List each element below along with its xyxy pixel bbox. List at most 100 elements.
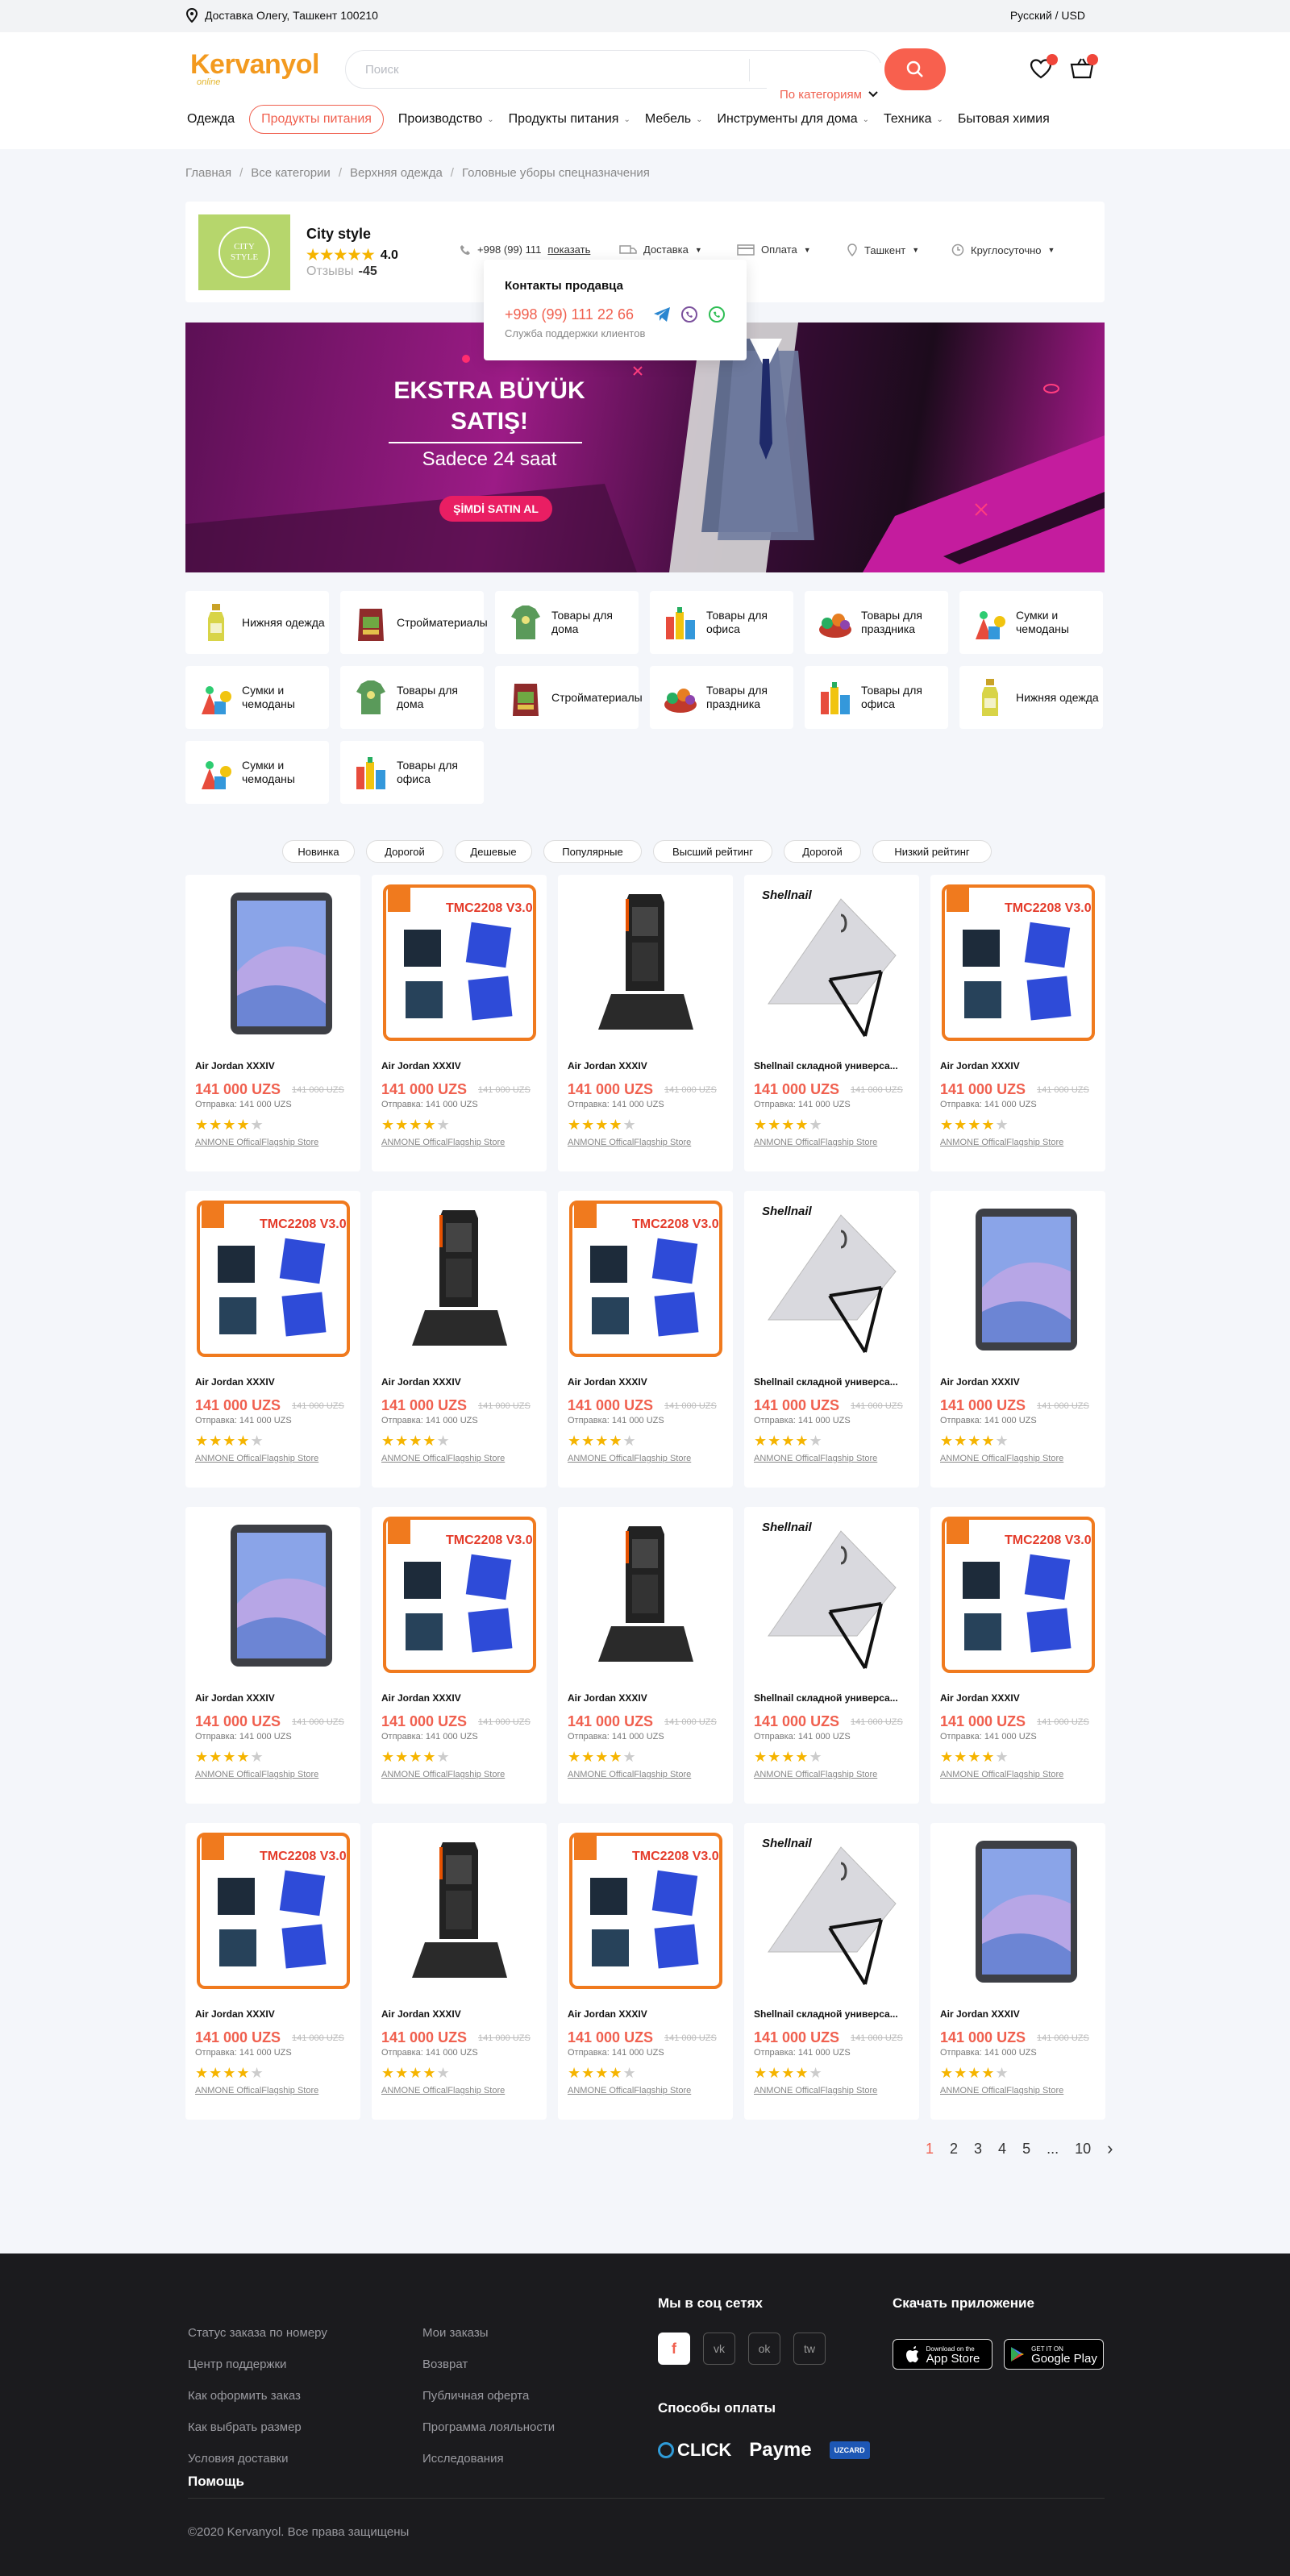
favorites-button[interactable] [1029,54,1058,82]
product-image[interactable] [380,1831,539,1992]
nav-item-4[interactable]: Мебель ⌄ [645,112,703,127]
footer-link[interactable]: Статус заказа по номеру [188,2326,327,2340]
nav-item-0[interactable]: Одежда [187,112,235,127]
cart-button[interactable] [1069,54,1098,82]
payment-dropdown[interactable]: Оплата ▼ [737,243,811,256]
footer-link[interactable]: Условия доставки [188,2452,327,2466]
product-card[interactable]: Air Jordan XXXIV 141 000 UZS 141 000 UZS От… [372,1191,547,1488]
google-play-button[interactable]: GET IT ON Google Play [1004,2339,1104,2370]
product-name[interactable]: Air Jordan XXXIV [381,2008,539,2020]
pagination-page[interactable]: 10 [1075,2141,1091,2158]
popup-phone[interactable]: +998 (99) 111 22 66 [505,306,634,323]
product-image[interactable] [938,1199,1097,1360]
help-title[interactable]: Помощь [188,2474,244,2490]
nav-item-6[interactable]: Техника ⌄ [884,112,943,127]
nav-item-2[interactable]: Производство ⌄ [398,112,494,127]
product-store-link[interactable]: ANMONE OfficalFlagship Store [754,1770,877,1779]
footer-link[interactable]: Программа лояльности [422,2420,555,2434]
breadcrumb-item[interactable]: Все категории [251,166,331,180]
nav-item-7[interactable]: Бытовая химия [958,112,1050,127]
sort-filter-chip[interactable]: Дешевые [455,840,532,863]
sort-filter-chip[interactable]: Популярные [543,840,642,863]
category-tile[interactable]: Сумки и чемоданы [185,666,329,729]
logo[interactable]: Kervanyol online [190,48,327,92]
product-name[interactable]: Air Jordan XXXIV [195,2008,352,2020]
product-store-link[interactable]: ANMONE OfficalFlagship Store [195,2086,318,2095]
pagination-page[interactable]: 5 [1022,2141,1030,2158]
product-store-link[interactable]: ANMONE OfficalFlagship Store [195,1454,318,1463]
product-image[interactable]: TMC2208 V3.0 [380,1515,539,1676]
product-card[interactable]: TMC2208 V3.0 Air Jordan XXXIV 141 000 UZS 1… [372,1507,547,1804]
product-card[interactable]: TMC2208 V3.0 Air Jordan XXXIV 141 000 UZS 1… [930,1507,1105,1804]
product-image[interactable]: TMC2208 V3.0 [380,883,539,1044]
footer-link[interactable]: Центр поддержки [188,2358,327,2371]
product-card[interactable]: Shellnail Shellnail складной универса... 1… [744,875,919,1171]
telegram-icon[interactable] [653,306,671,323]
product-store-link[interactable]: ANMONE OfficalFlagship Store [195,1138,318,1147]
product-card[interactable]: Shellnail Shellnail складной универса... 1… [744,1507,919,1804]
search-button[interactable] [884,48,946,90]
product-image[interactable] [566,1515,725,1676]
product-card[interactable]: Air Jordan XXXIV 141 000 UZS 141 000 UZS От… [185,875,360,1171]
pagination-page[interactable]: 2 [950,2141,958,2158]
city-dropdown[interactable]: Ташкент ▼ [847,243,919,256]
product-card[interactable]: TMC2208 V3.0 Air Jordan XXXIV 141 000 UZS 1… [185,1823,360,2120]
product-card[interactable]: Shellnail Shellnail складной универса... 1… [744,1191,919,1488]
footer-link[interactable]: Исследования [422,2452,555,2466]
delivery-dropdown[interactable]: Доставка ▼ [619,243,702,256]
nav-item-1[interactable]: Продукты питания [249,105,384,134]
seller-reviews[interactable]: Отзывы -45 [306,264,377,279]
product-image[interactable] [938,1831,1097,1992]
vk-icon[interactable]: vk [703,2333,735,2365]
banner-cta-button[interactable]: ŞİMDİ SATIN AL [439,496,552,522]
product-image[interactable]: TMC2208 V3.0 [938,883,1097,1044]
product-image[interactable]: Shellnail [752,1831,911,1992]
product-image[interactable]: TMC2208 V3.0 [566,1199,725,1360]
product-store-link[interactable]: ANMONE OfficalFlagship Store [568,1454,691,1463]
product-name[interactable]: Air Jordan XXXIV [381,1692,539,1704]
footer-link[interactable]: Как выбрать размер [188,2420,327,2434]
product-card[interactable]: Air Jordan XXXIV 141 000 UZS 141 000 UZS От… [372,1823,547,2120]
product-image[interactable]: TMC2208 V3.0 [194,1831,352,1992]
product-image[interactable] [194,883,352,1044]
product-store-link[interactable]: ANMONE OfficalFlagship Store [195,1770,318,1779]
product-image[interactable]: TMC2208 V3.0 [194,1199,352,1360]
product-card[interactable]: TMC2208 V3.0 Air Jordan XXXIV 141 000 UZS 1… [185,1191,360,1488]
product-image[interactable] [380,1199,539,1360]
hours-dropdown[interactable]: Круглосуточно ▼ [951,243,1055,256]
category-tile[interactable]: Товары для дома [495,591,639,654]
product-image[interactable]: TMC2208 V3.0 [938,1515,1097,1676]
search-input[interactable]: Поиск [365,63,399,77]
product-name[interactable]: Air Jordan XXXIV [195,1060,352,1072]
breadcrumb-item[interactable]: Верхняя одежда [350,166,443,180]
app-store-button[interactable]: Download on the App Store [893,2339,992,2370]
product-store-link[interactable]: ANMONE OfficalFlagship Store [940,1138,1063,1147]
nav-item-3[interactable]: Продукты питания ⌄ [509,112,630,127]
product-image[interactable]: Shellnail [752,1515,911,1676]
product-image[interactable]: Shellnail [752,883,911,1044]
product-card[interactable]: Air Jordan XXXIV 141 000 UZS 141 000 UZS От… [185,1507,360,1804]
product-card[interactable]: Shellnail Shellnail складной универса... 1… [744,1823,919,2120]
product-card[interactable]: Air Jordan XXXIV 141 000 UZS 141 000 UZS От… [558,1507,733,1804]
product-name[interactable]: Air Jordan XXXIV [195,1376,352,1388]
product-image[interactable]: Shellnail [752,1199,911,1360]
language-currency-selector[interactable]: Русский / USD [1010,9,1085,22]
product-name[interactable]: Air Jordan XXXIV [940,1692,1097,1704]
footer-link[interactable]: Как оформить заказ [188,2389,327,2403]
product-store-link[interactable]: ANMONE OfficalFlagship Store [754,2086,877,2095]
category-tile[interactable]: Сумки и чемоданы [185,741,329,804]
whatsapp-icon[interactable] [708,306,726,323]
seller-name[interactable]: City style [306,226,371,243]
seller-logo[interactable]: CITY STYLE [198,214,290,290]
delivery-location[interactable]: Доставка Олегу, Ташкент 100210 [185,8,378,23]
pagination-page[interactable]: 1 [926,2141,934,2158]
pagination-page[interactable]: 4 [998,2141,1006,2158]
sort-filter-chip[interactable]: Низкий рейтинг [872,840,992,863]
footer-link[interactable]: Возврат [422,2358,555,2371]
product-card[interactable]: Air Jordan XXXIV 141 000 UZS 141 000 UZS От… [930,1823,1105,2120]
category-tile[interactable]: Нижняя одежда [185,591,329,654]
product-name[interactable]: Air Jordan XXXIV [568,1060,725,1072]
product-name[interactable]: Shellnail складной универса... [754,1376,911,1388]
product-card[interactable]: Air Jordan XXXIV 141 000 UZS 141 000 UZS От… [930,1191,1105,1488]
category-tile[interactable]: Товары для офиса [805,666,948,729]
